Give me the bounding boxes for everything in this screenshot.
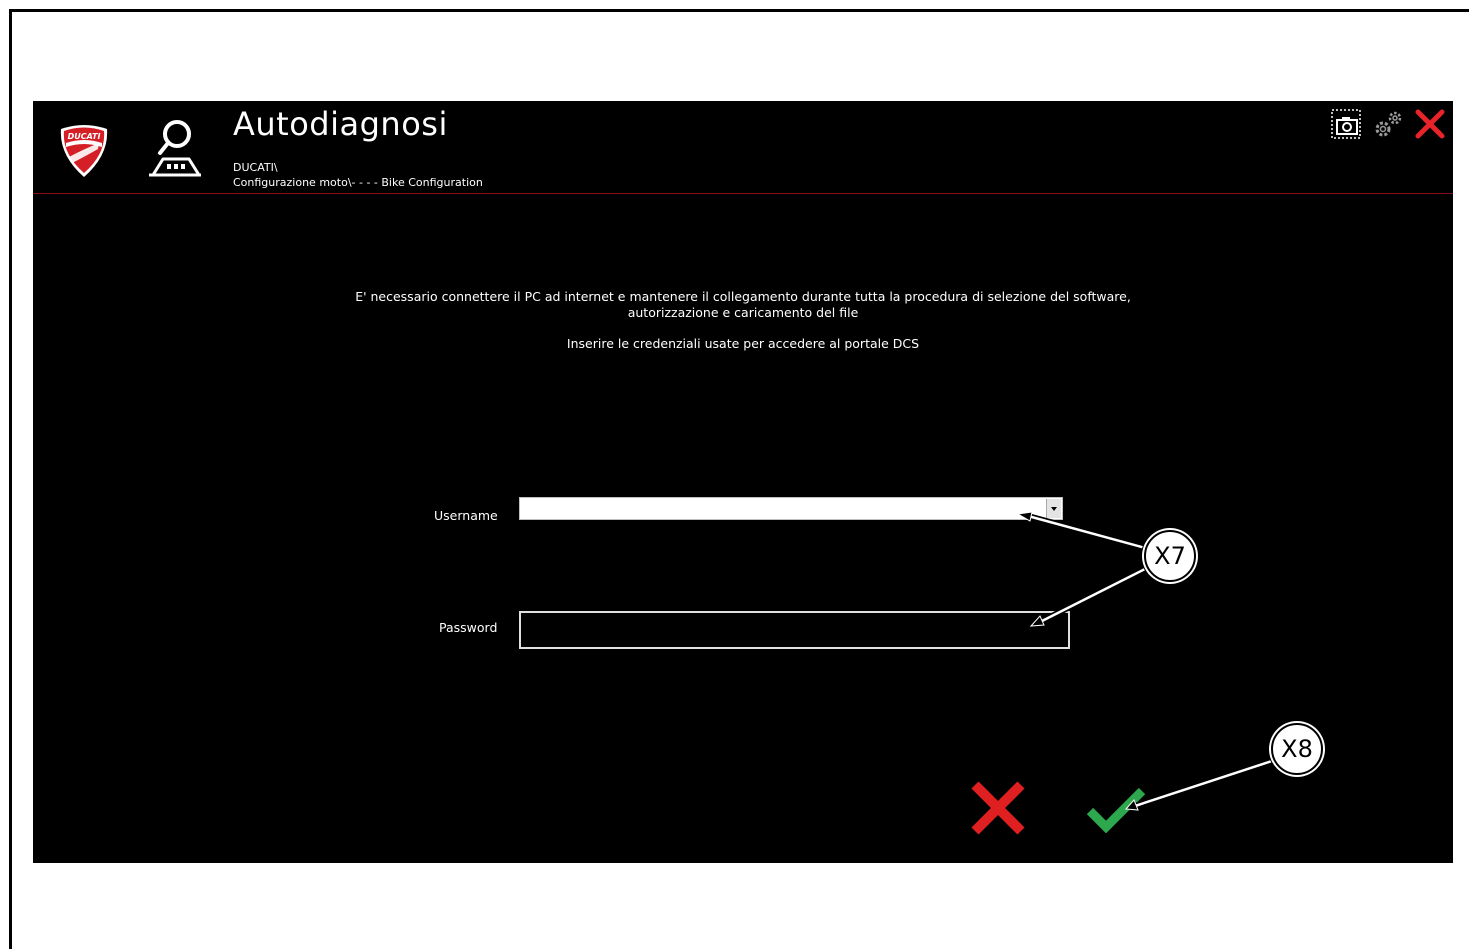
ducati-logo: DUCATI [60, 125, 108, 177]
header-bar: DUCATI Autodiagnosi DUCATI\ Configurazio… [33, 101, 1453, 194]
callout-x8: X8 [1271, 723, 1323, 775]
app-window: DUCATI Autodiagnosi DUCATI\ Configurazio… [33, 101, 1453, 863]
connection-notice-line2: autorizzazione e caricamento del file [627, 305, 859, 320]
page-title: Autodiagnosi [233, 105, 448, 143]
breadcrumb-root: DUCATI\ [233, 161, 278, 174]
cancel-button[interactable] [969, 779, 1027, 837]
connection-notice-line1: E' necessario connettere il PC ad intern… [355, 289, 1131, 304]
diagnosis-icon [149, 120, 201, 177]
close-icon[interactable] [1413, 107, 1447, 141]
settings-gears-icon[interactable] [1371, 107, 1405, 141]
password-label: Password [439, 620, 498, 635]
screenshot-icon[interactable] [1329, 107, 1363, 141]
username-label: Username [434, 508, 498, 523]
confirm-button[interactable] [1086, 787, 1146, 833]
password-field[interactable] [519, 611, 1070, 649]
dropdown-arrow-icon[interactable] [1046, 499, 1061, 518]
credentials-instruction: Inserire le credenziali usate per accede… [566, 336, 920, 351]
logo-text: DUCATI [68, 132, 101, 141]
breadcrumb-path: Configurazione moto\- - - - Bike Configu… [233, 176, 483, 189]
callout-x7: X7 [1144, 530, 1196, 582]
username-combobox[interactable] [519, 497, 1063, 520]
